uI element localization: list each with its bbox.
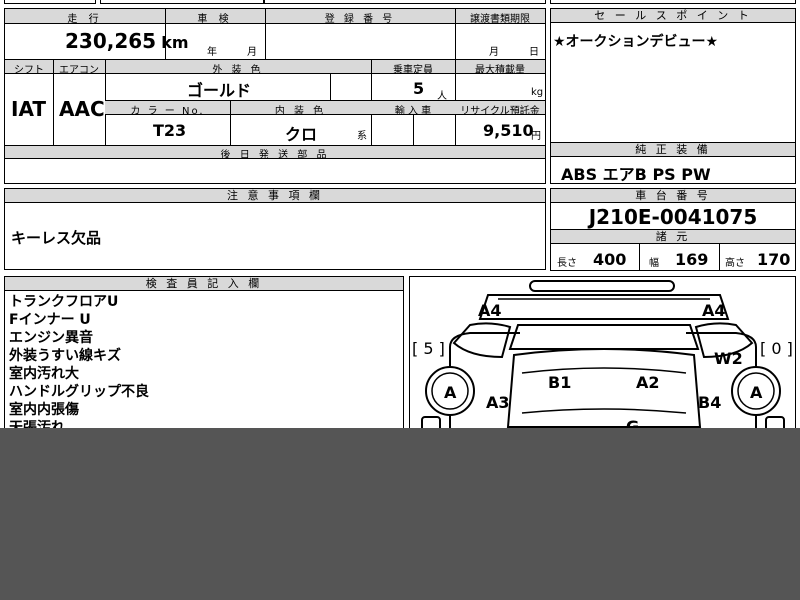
inspector-line: Fインナー U: [9, 312, 91, 328]
sales-point-header: セ ー ル ス ポ イ ン ト: [551, 9, 795, 23]
chassis-value: J210E-0041075: [588, 205, 758, 229]
width-value: 169: [675, 250, 709, 269]
inspection-month: 月: [247, 47, 257, 58]
length-value: 400: [593, 250, 627, 269]
label-a3: A3: [486, 393, 510, 412]
transfer-header: 譲渡書類期限: [470, 14, 530, 25]
exterior-color-header: 外 装 色: [212, 65, 264, 76]
inspector-line: トランクフロアU: [9, 294, 119, 310]
sales-point-panel: セ ー ル ス ポ イ ン ト ★オークションデビュー★: [550, 8, 796, 144]
label-a4-right: A4: [702, 301, 726, 320]
transfer-day: 日: [529, 47, 539, 58]
label-bracket-left: [ 5 ]: [412, 339, 445, 358]
notes-text: キーレス欠品: [11, 229, 102, 247]
height-value: 170: [757, 250, 791, 269]
exterior-color-value: ゴールド: [187, 81, 252, 100]
ac-value: AAC: [59, 97, 105, 121]
inspector-header: 検 査 員 記 入 欄: [5, 277, 403, 291]
dimensions-panel: 諸 元 長さ 400 幅 169 高さ 170: [550, 229, 796, 271]
chassis-panel: 車 台 番 号 J210E-0041075: [550, 188, 796, 230]
dimensions-header: 諸 元: [551, 230, 795, 244]
inspector-panel: 検 査 員 記 入 欄 トランクフロアU Fインナー U エンジン異音 外装うす…: [4, 276, 404, 436]
inspector-line: ハンドルグリップ不良: [9, 384, 149, 400]
label-w2: W2: [714, 349, 743, 368]
interior-color-value: クロ: [285, 125, 318, 144]
notes-header: 注 意 事 項 欄: [5, 189, 545, 203]
label-a4-left: A4: [478, 301, 502, 320]
equipment-header: 純 正 装 備: [551, 143, 795, 157]
recycle-unit: 円: [531, 131, 541, 142]
registration-header: 登 録 番 号: [324, 14, 396, 25]
inspector-line: 外装うすい線キズ: [9, 348, 121, 364]
equipment-text: ABS エアB PS PW: [561, 165, 711, 184]
inspector-line: 室内汚れ大: [9, 366, 79, 382]
width-label: 幅: [649, 258, 659, 269]
color-no-value: T23: [153, 121, 187, 140]
inspection-year: 年: [207, 47, 217, 58]
shift-header: シフト: [14, 65, 44, 76]
ac-header: エアコン: [59, 65, 99, 76]
sales-point-text: ★オークションデビュー★: [553, 34, 719, 50]
recycle-value: 9,510: [483, 121, 534, 140]
max-load-unit: kg: [531, 87, 544, 98]
interior-color-header: 内 装 色: [274, 106, 327, 117]
equipment-panel: 純 正 装 備 ABS エアB PS PW: [550, 142, 796, 184]
length-label: 長さ: [557, 258, 577, 269]
redaction-overlay: [0, 428, 800, 600]
top-strip: [0, 0, 800, 4]
vehicle-info-table: 走 行 車 検 登 録 番 号 譲渡書類期限 230,265 km 年 月 月 …: [4, 8, 546, 184]
label-bracket-right: [ 0 ]: [760, 339, 793, 358]
inspector-lines: トランクフロアU Fインナー U エンジン異音 外装うすい線キズ 室内汚れ大 ハ…: [9, 293, 149, 437]
recycle-header: リサイクル預託金: [460, 106, 540, 117]
notes-panel: 注 意 事 項 欄 キーレス欠品: [4, 188, 546, 270]
chassis-header: 車 台 番 号: [551, 189, 795, 203]
max-load-header: 最大積載量: [475, 65, 525, 76]
label-b4: B4: [698, 393, 722, 412]
mileage-value: 230,265 km: [65, 29, 189, 53]
color-no-header: カ ラ ー No.: [130, 106, 205, 117]
inspector-line: 室内内張傷: [9, 402, 79, 418]
label-b1: B1: [548, 373, 572, 392]
car-diagram-panel: A4 A4 [ 5 ] [ 0 ] W2 B1 A2 A3 B4 A A G: [409, 276, 796, 436]
label-wheel-right: A: [750, 383, 763, 402]
inspection-header: 車 検: [197, 14, 233, 25]
interior-color-suffix: 系: [357, 131, 367, 142]
capacity-value: 5: [413, 79, 425, 98]
mileage-header: 走 行: [67, 14, 103, 25]
label-a2: A2: [636, 373, 660, 392]
capacity-header: 乗車定員: [393, 65, 433, 76]
label-wheel-left: A: [444, 383, 457, 402]
inspector-line: エンジン異音: [9, 330, 93, 346]
shift-value: IAT: [11, 97, 47, 121]
transfer-month: 月: [489, 47, 499, 58]
height-label: 高さ: [725, 258, 745, 269]
later-parts-header: 後 日 発 送 部 品: [220, 150, 330, 161]
